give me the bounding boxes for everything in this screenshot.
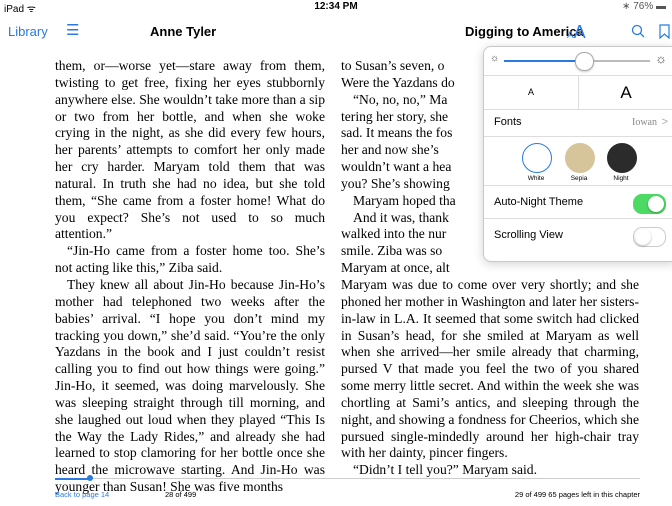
status-time: 12:34 PM [314, 1, 358, 12]
theme-label: White [527, 175, 545, 182]
bookmark-icon[interactable] [659, 24, 670, 44]
decrease-font-button[interactable]: A [484, 76, 578, 109]
scrubber-fill [55, 478, 91, 480]
auto-night-row: Auto-Night Theme [484, 186, 672, 218]
auto-night-toggle[interactable] [633, 194, 666, 214]
theme-white-swatch[interactable] [522, 143, 552, 173]
brightness-high-icon: ☼ [655, 51, 667, 66]
library-button[interactable]: Library [8, 24, 48, 39]
battery-indicator: ∗ 76% ▬ [622, 1, 666, 12]
scrolling-view-toggle[interactable] [633, 227, 666, 247]
scrolling-view-row: Scrolling View [484, 219, 672, 251]
font-value: Iowan [632, 117, 657, 128]
toggle-knob [648, 196, 664, 212]
page-footer: Back to page 14 28 of 499 29 of 499 65 p… [0, 470, 672, 506]
appearance-popover: ☼ ☼ A A Fonts Iowan > White Sepia Night Au… [483, 46, 672, 262]
fonts-label: Fonts [494, 116, 522, 128]
fonts-row[interactable]: Fonts Iowan > [484, 110, 672, 136]
brightness-knob[interactable] [575, 52, 595, 71]
brightness-low-icon: ☼ [490, 53, 500, 64]
brightness-fill [504, 60, 585, 62]
brightness-row: ☼ ☼ [484, 47, 672, 75]
left-page-text: them, or—worse yet—stare away from them,… [55, 58, 325, 496]
scrolling-view-label: Scrolling View [494, 229, 563, 241]
text-size-icon[interactable]: AA [567, 22, 586, 43]
increase-font-button[interactable]: A [579, 76, 672, 109]
auto-night-label: Auto-Night Theme [494, 196, 584, 208]
reader-toolbar: Library ☰ Anne Tyler Digging to America … [0, 16, 672, 46]
text-line: Maryam at once, alt [341, 260, 450, 276]
search-icon[interactable] [631, 24, 645, 43]
table-of-contents-icon[interactable]: ☰ [66, 23, 79, 38]
scrubber-knob[interactable] [87, 475, 94, 481]
theme-picker: White Sepia Night [484, 137, 672, 185]
right-page-info: 29 of 499 65 pages left in this chapter [514, 490, 640, 499]
book-title: Digging to America [465, 24, 584, 39]
paragraph: They knew all about Jin-Ho because Jin-H… [55, 276, 325, 495]
brightness-slider[interactable] [504, 52, 650, 71]
back-to-page-link[interactable]: Back to page 14 [55, 490, 109, 499]
theme-label: Night [613, 175, 629, 182]
theme-label: Sepia [570, 175, 588, 182]
theme-sepia-swatch[interactable] [565, 143, 595, 173]
paragraph: Maryam was due to come over very shortly… [341, 276, 639, 461]
author-title: Anne Tyler [150, 24, 217, 39]
toggle-knob [635, 229, 651, 245]
left-page-number: 28 of 499 [165, 490, 197, 499]
status-bar: iPad ᯤ 12:34 PM ∗ 76% ▬ [0, 0, 672, 15]
chevron-right-icon: > [661, 116, 668, 128]
paragraph: them, or—worse yet—stare away from them,… [55, 58, 325, 242]
theme-night-swatch[interactable] [607, 143, 637, 173]
paragraph: “Jin-Ho came from a foster home too. She… [55, 243, 325, 276]
page-scrubber[interactable] [55, 475, 640, 481]
